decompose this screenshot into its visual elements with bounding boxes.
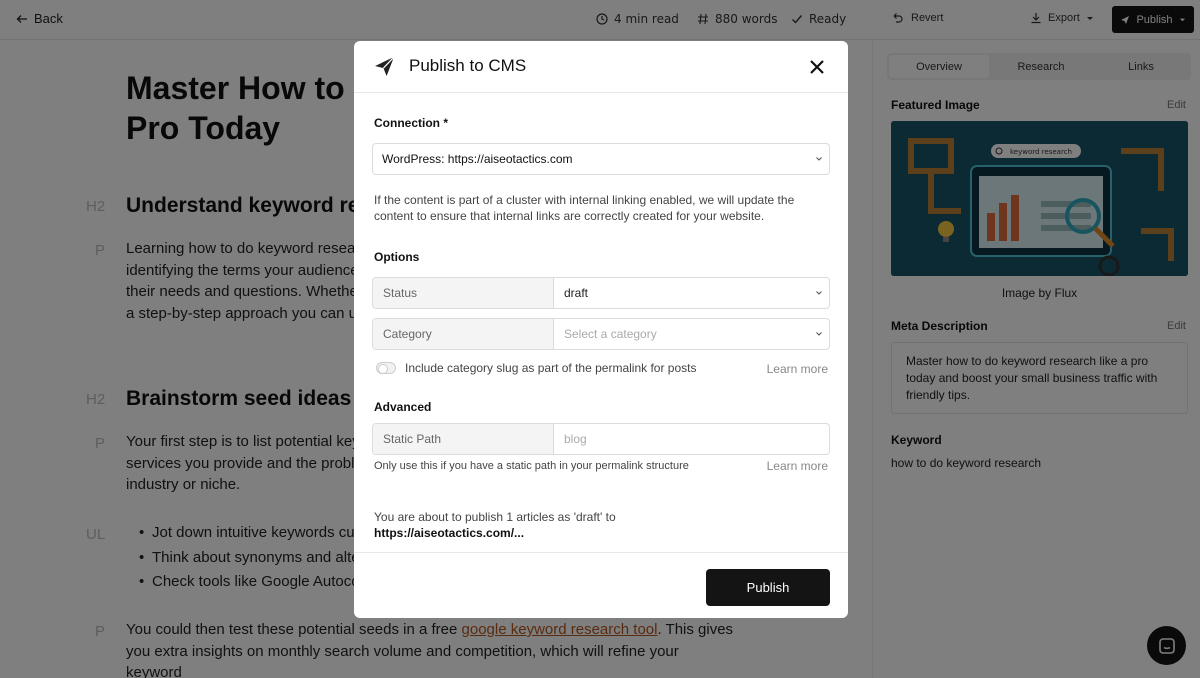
static-path-field[interactable]: Static Path blog [372,423,830,455]
status-key: Status [373,278,554,308]
category-select[interactable]: Select a category [554,319,829,349]
connection-label: Connection * [374,116,448,130]
chevron-down-icon [816,291,822,295]
publish-dialog: Publish to CMS Connection * WordPress: h… [354,41,848,618]
advanced-label: Advanced [374,400,432,414]
learn-more-link[interactable]: Learn more [767,459,828,473]
category-field[interactable]: Category Select a category [372,318,830,350]
publish-target-url: https://aiseotactics.com/... [374,526,525,540]
options-label: Options [374,250,420,264]
chevron-down-icon [816,332,822,336]
dialog-footer: Publish [354,552,848,618]
static-path-input[interactable]: blog [554,424,829,454]
close-icon[interactable] [808,58,826,76]
paper-plane-icon [375,56,395,76]
dialog-header: Publish to CMS [354,41,848,93]
category-slug-toggle[interactable] [376,362,396,374]
publish-button[interactable]: Publish [706,569,830,606]
status-field[interactable]: Status draft [372,277,830,309]
chevron-down-icon [816,157,822,161]
learn-more-link[interactable]: Learn more [767,362,828,376]
publish-summary: You are about to publish 1 articles as '… [374,510,616,540]
connection-help-text: If the content is part of a cluster with… [374,193,795,223]
category-slug-toggle-label: Include category slug as part of the per… [405,361,697,375]
connection-select[interactable]: WordPress: https://aiseotactics.com [372,143,830,175]
dialog-title: Publish to CMS [409,56,527,75]
category-key: Category [373,319,554,349]
static-path-key: Static Path [373,424,554,454]
status-select[interactable]: draft [554,278,829,308]
static-path-help: Only use this if you have a static path … [374,460,689,472]
